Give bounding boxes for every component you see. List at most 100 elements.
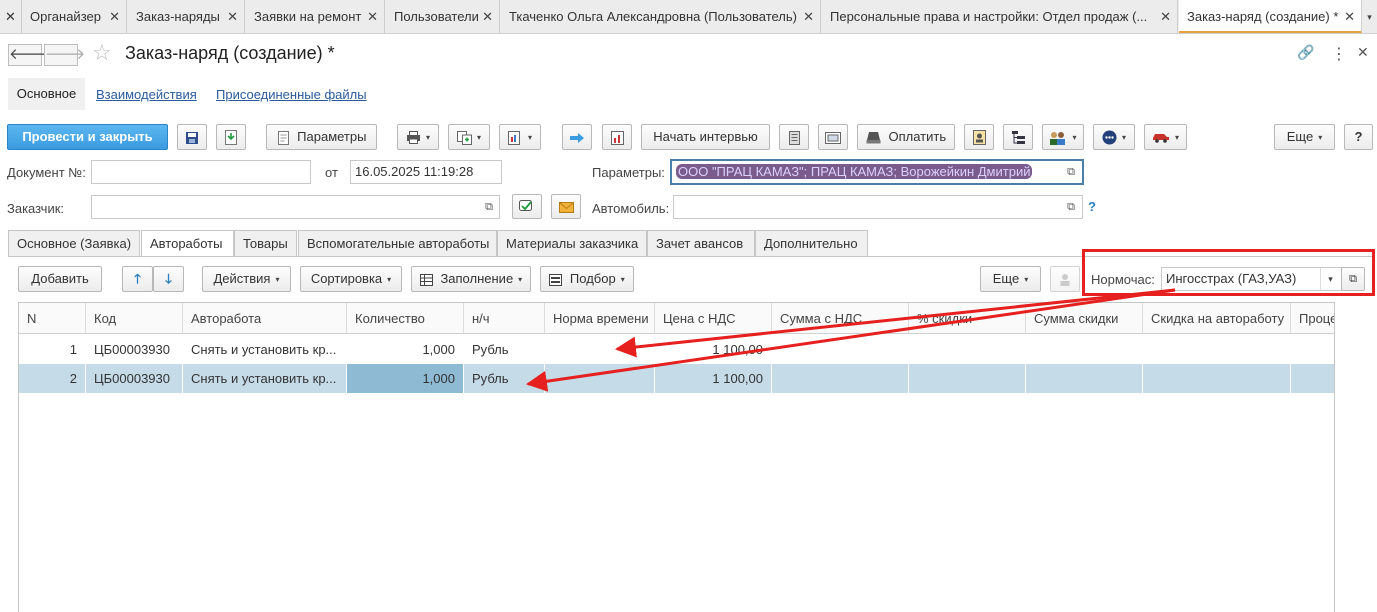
close-icon[interactable]: ✕ bbox=[227, 0, 238, 34]
car-button[interactable]: ▾ bbox=[1144, 124, 1187, 150]
cash-button[interactable] bbox=[818, 124, 848, 150]
create-based-on-button[interactable]: ▾ bbox=[448, 124, 490, 150]
more-button[interactable]: Еще ▾ bbox=[1274, 124, 1335, 150]
column-header-auto-work[interactable]: Авторабота bbox=[183, 303, 347, 334]
parameters-label: Параметры: bbox=[592, 165, 665, 180]
column-header-price-vat[interactable]: Цена с НДС bbox=[655, 303, 772, 334]
tab-work-order-create[interactable]: Заказ-наряд (создание) * ✕ bbox=[1179, 0, 1362, 33]
chart-document-icon bbox=[610, 130, 624, 145]
person-icon bbox=[1060, 274, 1070, 287]
open-customer-icon[interactable]: ⧉ bbox=[479, 196, 499, 218]
post-and-close-button[interactable]: Провести и закрыть bbox=[7, 124, 168, 150]
inner-tab-main-request[interactable]: Основное (Заявка) bbox=[8, 230, 140, 256]
forward-button[interactable]: 🡒 bbox=[44, 44, 85, 66]
table-row-selected[interactable]: 2 ЦБ00003930 Снять и установить кр... 1,… bbox=[19, 364, 1334, 393]
parameters-button[interactable]: Параметры bbox=[266, 124, 377, 150]
add-row-button[interactable]: Добавить bbox=[18, 266, 102, 292]
print-button[interactable]: ▾ bbox=[397, 124, 439, 150]
open-norm-hour-button[interactable]: ⧉ bbox=[1341, 267, 1365, 291]
inner-tab-advances[interactable]: Зачет авансов bbox=[647, 230, 755, 256]
selection-button[interactable]: Подбор ▾ bbox=[540, 266, 634, 292]
tab-personal-rights[interactable]: Персональные права и настройки: Отдел пр… bbox=[822, 0, 1178, 34]
inner-tab-additional[interactable]: Дополнительно bbox=[755, 230, 868, 256]
more-label: Еще bbox=[1286, 129, 1314, 144]
sort-button[interactable]: Сортировка ▾ bbox=[300, 266, 402, 292]
column-header-code[interactable]: Код bbox=[86, 303, 183, 334]
print-form-button[interactable] bbox=[964, 124, 994, 150]
tabs-dropdown-icon[interactable]: ▾ bbox=[1362, 0, 1377, 34]
column-header-norm-hour[interactable]: н/ч bbox=[464, 303, 545, 334]
column-header-discount-pct[interactable]: Процент ск bbox=[1291, 303, 1334, 334]
calculator-button[interactable] bbox=[779, 124, 809, 150]
inner-tab-goods[interactable]: Товары bbox=[234, 230, 297, 256]
actions-button[interactable]: Действия ▾ bbox=[202, 266, 291, 292]
close-all-icon[interactable]: ✕ bbox=[0, 0, 22, 34]
table-more-button[interactable]: Еще ▾ bbox=[980, 266, 1041, 292]
close-icon[interactable]: ✕ bbox=[109, 0, 120, 34]
cell-work-discount bbox=[1143, 335, 1291, 364]
section-tab-files[interactable]: Присоединенные файлы bbox=[216, 87, 367, 102]
car-input[interactable] bbox=[673, 195, 1083, 219]
column-header-time-norm[interactable]: Норма времени bbox=[545, 303, 655, 334]
favorite-star-icon[interactable]: ☆ bbox=[92, 40, 112, 66]
tab-organizer[interactable]: Органайзер ✕ bbox=[22, 0, 127, 34]
structure-button[interactable] bbox=[602, 124, 632, 150]
column-header-quantity[interactable]: Количество bbox=[347, 303, 464, 334]
save-icon bbox=[186, 131, 198, 144]
column-header-n[interactable]: N bbox=[19, 303, 86, 334]
table-row[interactable]: 1 ЦБ00003930 Снять и установить кр... 1,… bbox=[19, 335, 1334, 364]
call-customer-button[interactable] bbox=[512, 194, 542, 219]
email-customer-button[interactable] bbox=[551, 194, 581, 219]
close-icon[interactable]: ✕ bbox=[803, 0, 814, 34]
cell-quantity[interactable]: 1,000 bbox=[347, 364, 464, 393]
hierarchy-button[interactable] bbox=[1003, 124, 1033, 150]
close-icon[interactable]: ✕ bbox=[1160, 0, 1171, 34]
tab-user-tkachenko[interactable]: Ткаченко Ольга Александровна (Пользовате… bbox=[501, 0, 821, 34]
tab-label: Ткаченко Ольга Александровна (Пользовате… bbox=[509, 9, 797, 24]
fill-button[interactable]: Заполнение ▾ bbox=[411, 266, 531, 292]
save-button[interactable] bbox=[177, 124, 207, 150]
inner-tab-aux-works[interactable]: Вспомогательные автоработы bbox=[298, 230, 497, 256]
section-tab-main[interactable]: Основное bbox=[8, 78, 85, 110]
tab-repair-requests[interactable]: Заявки на ремонт ✕ bbox=[246, 0, 385, 34]
go-button[interactable] bbox=[562, 124, 592, 150]
inner-tab-customer-materials[interactable]: Материалы заказчика bbox=[497, 230, 647, 256]
employee-button[interactable] bbox=[1050, 266, 1080, 292]
link-icon[interactable]: 🔗 bbox=[1297, 44, 1314, 61]
column-header-work-discount[interactable]: Скидка на автоработу bbox=[1143, 303, 1291, 334]
help-button[interactable]: ? bbox=[1344, 124, 1373, 150]
more-actions-circle-button[interactable]: ▾ bbox=[1093, 124, 1135, 150]
pay-button[interactable]: Оплатить bbox=[857, 124, 955, 150]
section-tab-interactions[interactable]: Взаимодействия bbox=[96, 87, 197, 102]
close-icon[interactable]: ✕ bbox=[482, 0, 493, 34]
tab-users[interactable]: Пользователи ✕ bbox=[386, 0, 500, 34]
column-header-discount-sum[interactable]: Сумма скидки bbox=[1026, 303, 1143, 334]
car-help-icon[interactable]: ? bbox=[1088, 199, 1096, 214]
open-car-icon[interactable]: ⧉ bbox=[1061, 196, 1081, 218]
close-icon[interactable]: ✕ bbox=[1344, 0, 1355, 31]
norm-hour-select[interactable]: Ингосстрах (ГАЗ,УАЗ) bbox=[1161, 267, 1342, 291]
employees-button[interactable]: ▾ bbox=[1042, 124, 1084, 150]
norm-hour-dropdown-icon[interactable]: ▾ bbox=[1320, 268, 1340, 290]
move-down-button[interactable]: 🡓 bbox=[153, 266, 184, 292]
back-button[interactable]: 🡐 bbox=[8, 44, 49, 66]
reports-button[interactable]: ▾ bbox=[499, 124, 541, 150]
parameters-input[interactable]: ООО "ПРАЦ КАМАЗ"; ПРАЦ КАМАЗ; Ворожейкин… bbox=[670, 159, 1084, 185]
more-vertical-icon[interactable]: ⋮ bbox=[1331, 44, 1347, 64]
open-parameters-icon[interactable]: ⧉ bbox=[1061, 161, 1081, 183]
move-up-button[interactable]: 🡑 bbox=[122, 266, 153, 292]
cell-discount-pct bbox=[1291, 364, 1334, 393]
start-interview-button[interactable]: Начать интервью bbox=[641, 124, 770, 150]
close-icon[interactable]: ✕ bbox=[367, 0, 378, 34]
customer-input[interactable] bbox=[91, 195, 500, 219]
post-document-icon bbox=[225, 130, 237, 146]
tree-list-icon bbox=[1011, 131, 1025, 145]
document-number-input[interactable] bbox=[91, 160, 311, 184]
date-input[interactable]: 16.05.2025 11:19:28 bbox=[350, 160, 502, 184]
inner-tab-auto-works[interactable]: Автоработы bbox=[141, 230, 234, 257]
column-header-discount-percent[interactable]: % скидки bbox=[909, 303, 1026, 334]
tab-work-orders[interactable]: Заказ-наряды ✕ bbox=[128, 0, 245, 34]
post-button[interactable] bbox=[216, 124, 246, 150]
column-header-sum-vat[interactable]: Сумма с НДС bbox=[772, 303, 909, 334]
close-form-icon[interactable]: ✕ bbox=[1357, 44, 1369, 61]
